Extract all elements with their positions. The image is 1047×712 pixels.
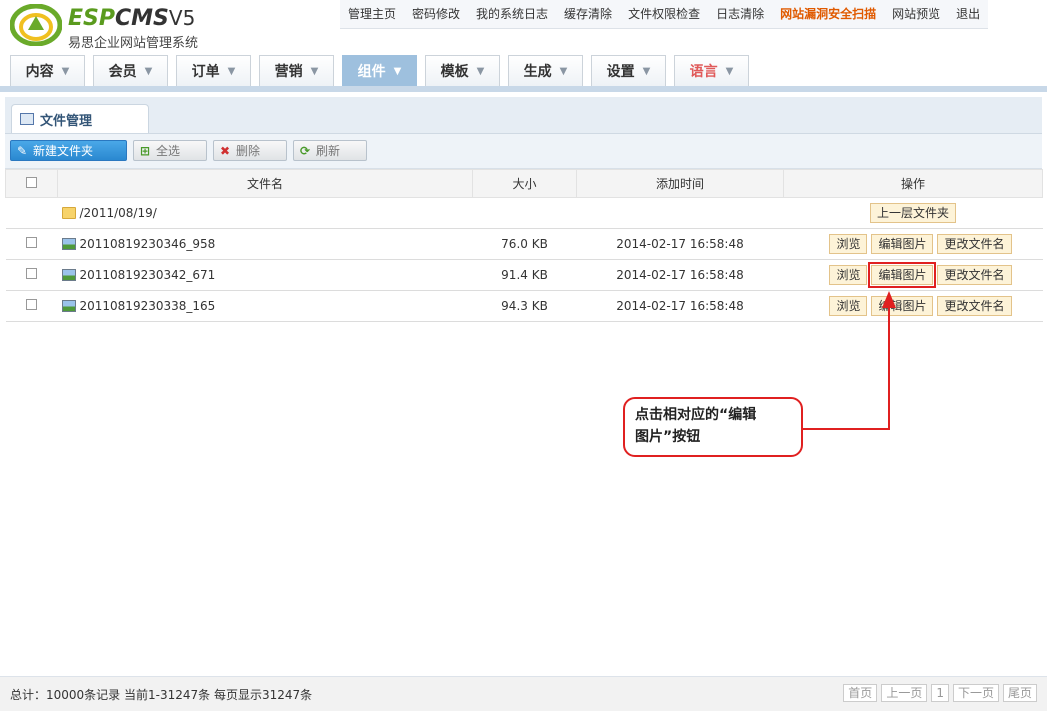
pagination: 首页 上一页 1 下一页 尾页: [843, 684, 1037, 702]
pager-first[interactable]: 首页: [843, 684, 878, 702]
annotation-arrow: [803, 291, 896, 430]
pager-prev[interactable]: 上一页: [881, 684, 928, 702]
annotation-callout: 点击相对应的“编辑 图片”按钮: [623, 397, 803, 457]
footer: 总计：10000条记录 当前1-31247条 每页显示31247条 首页 上一页…: [0, 676, 1047, 711]
pager-last[interactable]: 尾页: [1002, 684, 1037, 702]
callout-line-2: 图片”按钮: [635, 429, 701, 445]
callout-line-1: 点击相对应的“编辑: [635, 407, 757, 423]
record-stats: 总计：10000条记录 当前1-31247条 每页显示31247条: [10, 688, 313, 702]
pager-current[interactable]: 1: [931, 684, 949, 702]
pager-next[interactable]: 下一页: [952, 684, 999, 702]
